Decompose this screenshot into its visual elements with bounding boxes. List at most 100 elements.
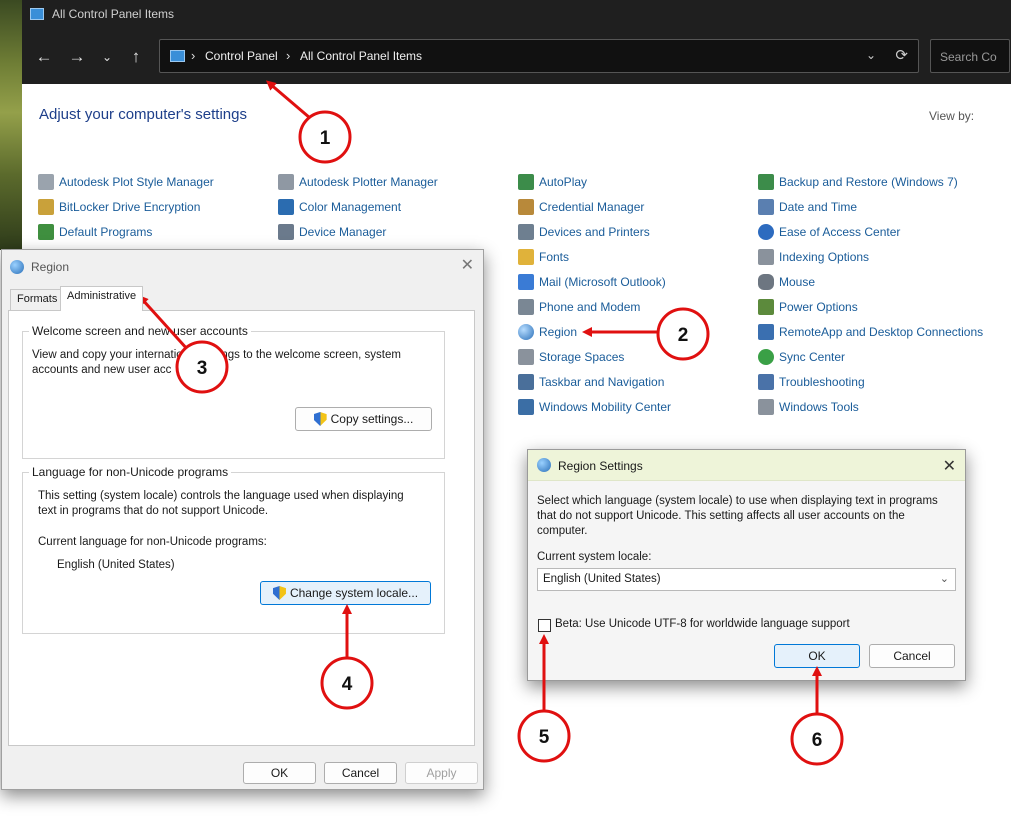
utf8-beta-label[interactable]: Beta: Use Unicode UTF-8 for worldwide la… (555, 618, 850, 630)
device-manager-icon (278, 224, 294, 240)
uac-shield-icon (313, 412, 327, 426)
printer-icon (38, 174, 54, 190)
cp-item-phone-modem[interactable]: Phone and Modem (518, 298, 640, 316)
tab-formats[interactable]: Formats (10, 289, 65, 310)
cp-item-troubleshooting[interactable]: Troubleshooting (758, 373, 865, 391)
autoplay-icon (518, 174, 534, 190)
cp-item-backup-restore[interactable]: Backup and Restore (Windows 7) (758, 173, 958, 191)
cp-item-taskbar[interactable]: Taskbar and Navigation (518, 373, 664, 391)
address-bar[interactable]: › Control Panel › All Control Panel Item… (159, 39, 919, 73)
non-unicode-group: Language for non-Unicode programs This s… (22, 465, 445, 634)
chevron-down-icon: ⌄ (939, 573, 949, 585)
ease-of-access-icon (758, 224, 774, 240)
cp-item-credential-manager[interactable]: Credential Manager (518, 198, 644, 216)
cp-item-devices-printers[interactable]: Devices and Printers (518, 223, 650, 241)
cp-item-mail[interactable]: Mail (Microsoft Outlook) (518, 273, 666, 291)
refresh-icon[interactable]: ⟳ (895, 46, 908, 64)
region-settings-title: Region Settings (558, 459, 643, 473)
welcome-screen-group: Welcome screen and new user accounts Vie… (22, 324, 445, 459)
cp-item-windows-tools[interactable]: Windows Tools (758, 398, 859, 416)
region-dialog: Region ✕ Formats Administrative Welcome … (1, 249, 484, 790)
phone-modem-icon (518, 299, 534, 315)
region-globe-icon (10, 260, 24, 274)
taskbar-icon (518, 374, 534, 390)
current-language-value: English (United States) (57, 559, 175, 571)
cp-item-mouse[interactable]: Mouse (758, 273, 815, 291)
cp-item-region[interactable]: Region (518, 323, 577, 341)
current-language-label: Current language for non-Unicode program… (38, 536, 267, 548)
desktop-background (0, 0, 22, 250)
recent-chevron-icon[interactable]: ⌄ (97, 47, 117, 67)
utf8-beta-checkbox[interactable] (538, 619, 551, 632)
cp-item-default-programs[interactable]: Default Programs (38, 223, 152, 241)
region-cancel-button[interactable]: Cancel (324, 762, 397, 784)
cp-item-storage-spaces[interactable]: Storage Spaces (518, 348, 624, 366)
address-dropdown-icon[interactable]: ⌄ (866, 48, 876, 62)
back-arrow-icon[interactable]: ← (34, 47, 54, 67)
control-panel-icon (30, 8, 44, 20)
up-arrow-icon[interactable]: ↑ (126, 47, 146, 67)
color-management-icon (278, 199, 294, 215)
bitlocker-key-icon (38, 199, 54, 215)
region-ok-button[interactable]: OK (243, 762, 316, 784)
cp-item-power[interactable]: Power Options (758, 298, 858, 316)
navigation-bar: ← → ⌄ ↑ › Control Panel › All Control Pa… (22, 30, 1011, 84)
cp-item-autodesk-plot-style[interactable]: Autodesk Plot Style Manager (38, 173, 214, 191)
breadcrumb-control-panel[interactable]: Control Panel (205, 49, 278, 63)
mouse-icon (758, 274, 774, 290)
breadcrumb-all-items[interactable]: All Control Panel Items (300, 49, 422, 63)
close-icon[interactable]: ✕ (461, 255, 474, 275)
search-input[interactable]: Search Co (930, 39, 1010, 73)
region-settings-ok-button[interactable]: OK (774, 644, 860, 668)
cp-item-date-time[interactable]: Date and Time (758, 198, 857, 216)
region-title-bar: Region (10, 258, 69, 276)
tab-administrative[interactable]: Administrative (60, 286, 144, 311)
region-settings-cancel-button[interactable]: Cancel (869, 644, 955, 668)
page-title: Adjust your computer's settings (39, 106, 247, 123)
plotter-icon (278, 174, 294, 190)
welcome-screen-text: View and copy your internation settings … (32, 349, 401, 376)
remoteapp-icon (758, 324, 774, 340)
windows-tools-icon (758, 399, 774, 415)
region-settings-dialog: Region Settings ✕ Select which language … (527, 449, 966, 681)
cp-item-ease-of-access[interactable]: Ease of Access Center (758, 223, 900, 241)
indexing-icon (758, 249, 774, 265)
mobility-center-icon (518, 399, 534, 415)
cp-item-remoteapp[interactable]: RemoteApp and Desktop Connections (758, 323, 983, 341)
forward-arrow-icon[interactable]: → (67, 47, 87, 67)
devices-printers-icon (518, 224, 534, 240)
change-system-locale-button[interactable]: Change system locale... (260, 581, 431, 605)
cp-item-mobility-center[interactable]: Windows Mobility Center (518, 398, 671, 416)
region-settings-title-bar: Region Settings ✕ (528, 450, 965, 481)
backup-restore-icon (758, 174, 774, 190)
cp-item-device-manager[interactable]: Device Manager (278, 223, 386, 241)
region-settings-description: Select which language (system locale) to… (537, 495, 938, 537)
tab-panel-administrative: Welcome screen and new user accounts Vie… (8, 310, 475, 746)
system-locale-select[interactable]: English (United States) ⌄ (537, 568, 956, 591)
region-globe-icon (518, 324, 534, 340)
fonts-icon (518, 249, 534, 265)
control-panel-icon (170, 50, 185, 62)
cp-item-color-management[interactable]: Color Management (278, 198, 401, 216)
title-bar: All Control Panel Items (22, 0, 1011, 30)
window-title: All Control Panel Items (52, 7, 175, 21)
region-title: Region (31, 260, 70, 274)
cp-item-bitlocker[interactable]: BitLocker Drive Encryption (38, 198, 200, 216)
uac-shield-icon (272, 586, 286, 600)
view-by-label[interactable]: View by: (929, 109, 974, 123)
cp-item-fonts[interactable]: Fonts (518, 248, 569, 266)
sync-center-icon (758, 349, 774, 365)
troubleshooting-icon (758, 374, 774, 390)
cp-item-autoplay[interactable]: AutoPlay (518, 173, 587, 191)
region-globe-icon (537, 458, 551, 472)
date-time-icon (758, 199, 774, 215)
breadcrumb-separator-icon: › (286, 48, 291, 63)
cp-item-sync-center[interactable]: Sync Center (758, 348, 845, 366)
copy-settings-button[interactable]: Copy settings... (295, 407, 432, 431)
welcome-screen-legend: Welcome screen and new user accounts (29, 324, 251, 338)
cp-item-indexing[interactable]: Indexing Options (758, 248, 869, 266)
close-icon[interactable]: ✕ (943, 456, 956, 476)
cp-item-autodesk-plotter[interactable]: Autodesk Plotter Manager (278, 173, 438, 191)
region-apply-button[interactable]: Apply (405, 762, 478, 784)
storage-spaces-icon (518, 349, 534, 365)
